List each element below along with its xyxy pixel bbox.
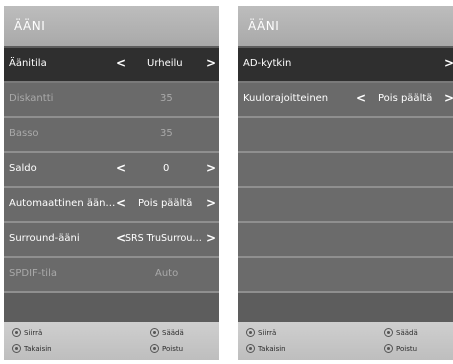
menu-footer: Siirrä Säädä Takaisin Poistu [4, 322, 219, 360]
chevron-right-icon[interactable]: > [444, 56, 453, 70]
hint-adjust: Säädä [150, 328, 184, 337]
hint-move-label: Siirrä [24, 328, 43, 337]
menu-row-empty [238, 188, 453, 223]
chevron-left-icon[interactable]: < [116, 56, 126, 70]
ok-button-icon [384, 328, 393, 337]
menu-row-surround[interactable]: Surround-ääni < SRS TruSurrou… > [4, 223, 219, 258]
hint-exit-label: Poistu [396, 344, 418, 353]
hint-back-label: Takaisin [24, 344, 52, 353]
sound-menu-left: ÄÄNI Äänitila < Urheilu > Diskantti 35 B… [4, 6, 219, 360]
hint-adjust-label: Säädä [396, 328, 418, 337]
exit-button-icon [150, 344, 159, 353]
chevron-right-icon[interactable]: > [206, 56, 216, 70]
row-value: Pois päältä [138, 198, 193, 209]
menu-row-ad-switch[interactable]: AD-kytkin > [238, 48, 453, 83]
exit-button-icon [384, 344, 393, 353]
menu-row-sound-mode[interactable]: Äänitila < Urheilu > [4, 48, 219, 83]
hint-exit: Poistu [384, 344, 417, 353]
row-value: Auto [155, 268, 179, 279]
menu-list: Äänitila < Urheilu > Diskantti 35 Basso … [4, 48, 219, 293]
row-value: 35 [160, 128, 173, 139]
row-value: SRS TruSurrou… [125, 233, 202, 244]
chevron-right-icon[interactable]: > [206, 161, 216, 175]
back-button-icon [12, 344, 21, 353]
nav-wheel-icon [246, 328, 255, 337]
menu-header: ÄÄNI [238, 6, 453, 46]
hint-adjust-label: Säädä [162, 328, 184, 337]
menu-row-hearing-impaired[interactable]: Kuulorajoitteinen < Pois päältä > [238, 83, 453, 118]
sound-menu-right: ÄÄNI AD-kytkin > Kuulorajoitteinen < Poi… [238, 6, 453, 360]
menu-footer: Siirrä Säädä Takaisin Poistu [238, 322, 453, 360]
menu-row-balance[interactable]: Saldo < 0 > [4, 153, 219, 188]
menu-row-empty [238, 223, 453, 258]
menu-list: AD-kytkin > Kuulorajoitteinen < Pois pää… [238, 48, 453, 293]
menu-row-spdif: SPDIF-tila Auto [4, 258, 219, 293]
chevron-left-icon[interactable]: < [116, 196, 126, 210]
menu-row-empty [238, 118, 453, 153]
menu-title: ÄÄNI [14, 19, 46, 33]
hint-back-label: Takaisin [258, 344, 286, 353]
row-value: Pois päältä [378, 93, 433, 104]
row-label: Diskantti [9, 93, 54, 104]
row-label: Automaattinen ään… [9, 198, 116, 209]
row-label: Basso [9, 128, 39, 139]
nav-wheel-icon [12, 328, 21, 337]
hint-exit-label: Poistu [162, 344, 184, 353]
row-value: 0 [163, 163, 170, 174]
chevron-left-icon[interactable]: < [116, 161, 126, 175]
menu-title: ÄÄNI [248, 19, 280, 33]
hint-back: Takaisin [12, 344, 52, 353]
chevron-right-icon[interactable]: > [206, 231, 216, 245]
menu-row-empty [238, 153, 453, 188]
row-label: SPDIF-tila [9, 268, 57, 279]
row-value: 35 [160, 93, 173, 104]
menu-row-bass: Basso 35 [4, 118, 219, 153]
chevron-right-icon[interactable]: > [444, 91, 453, 105]
chevron-right-icon[interactable]: > [206, 196, 216, 210]
row-value: Urheilu [147, 58, 183, 69]
ok-button-icon [150, 328, 159, 337]
menu-row-auto-volume[interactable]: Automaattinen ään… < Pois päältä > [4, 188, 219, 223]
menu-row-empty [238, 258, 453, 293]
row-label: Kuulorajoitteinen [243, 93, 329, 104]
hint-back: Takaisin [246, 344, 286, 353]
hint-move-label: Siirrä [258, 328, 277, 337]
row-label: AD-kytkin [243, 58, 292, 69]
row-label: Surround-ääni [9, 233, 80, 244]
chevron-left-icon[interactable]: < [356, 91, 366, 105]
back-button-icon [246, 344, 255, 353]
menu-row-treble: Diskantti 35 [4, 83, 219, 118]
hint-move: Siirrä [246, 328, 276, 337]
row-label: Äänitila [9, 58, 47, 69]
row-label: Saldo [9, 163, 37, 174]
hint-move: Siirrä [12, 328, 42, 337]
menu-header: ÄÄNI [4, 6, 219, 46]
hint-exit: Poistu [150, 344, 183, 353]
hint-adjust: Säädä [384, 328, 418, 337]
